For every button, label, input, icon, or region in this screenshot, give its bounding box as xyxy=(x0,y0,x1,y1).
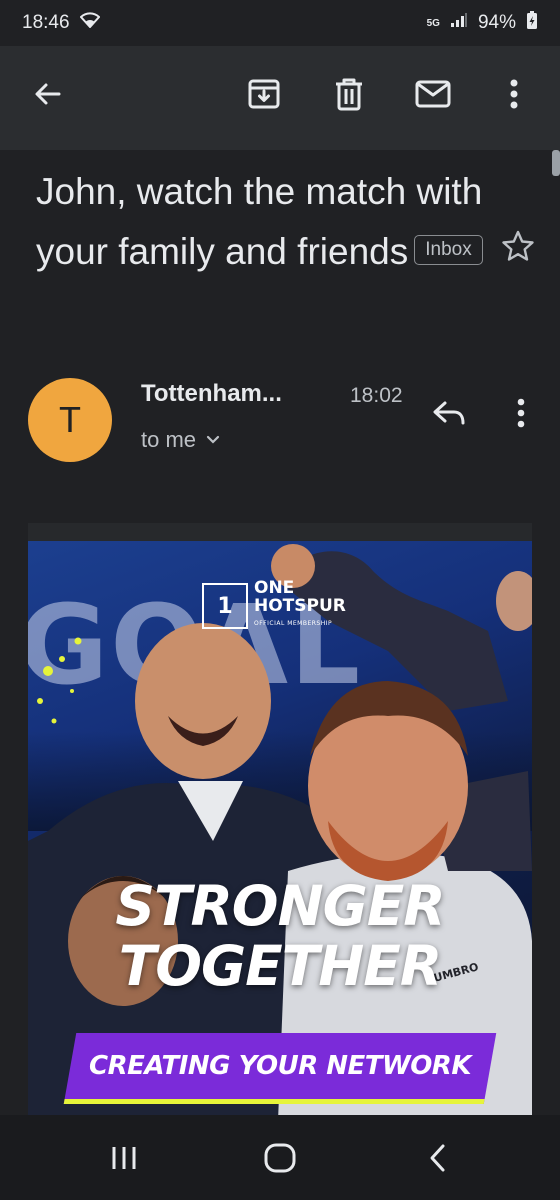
sender-avatar[interactable]: T xyxy=(28,378,112,462)
chevron-down-icon xyxy=(206,435,220,444)
recents-button[interactable] xyxy=(96,1135,152,1181)
logo-mark-icon: 1 xyxy=(202,583,248,629)
star-icon xyxy=(502,230,534,261)
home-icon xyxy=(264,1143,296,1173)
avatar-initial: T xyxy=(59,399,81,440)
reply-icon xyxy=(433,401,465,425)
more-vert-icon xyxy=(517,398,525,428)
email-body: GOAL xyxy=(28,523,532,1115)
back-nav-button[interactable] xyxy=(410,1135,466,1181)
home-button[interactable] xyxy=(252,1135,308,1181)
network-type: 5G xyxy=(426,17,440,29)
battery-icon xyxy=(526,10,538,36)
archive-icon xyxy=(248,79,280,109)
mail-icon xyxy=(415,80,451,108)
email-subject: John, watch the match with your family a… xyxy=(36,162,486,282)
arrow-back-icon xyxy=(35,83,61,105)
logo-line-1: ONE xyxy=(254,578,295,598)
delete-button[interactable] xyxy=(325,70,373,118)
battery-percent: 94% xyxy=(477,12,516,33)
one-hotspur-logo: 1 ONE HOTSPUR OFFICIAL MEMBERSHIP xyxy=(202,579,346,633)
back-button[interactable] xyxy=(24,70,72,118)
email-view[interactable]: John, watch the match with your family a… xyxy=(0,150,560,1115)
archive-button[interactable] xyxy=(240,70,288,118)
chevron-left-icon xyxy=(430,1144,445,1172)
recents-icon xyxy=(112,1147,136,1169)
sender-name[interactable]: Tottenham... xyxy=(141,380,282,408)
status-bar: 18:46 5G 94% xyxy=(0,0,560,46)
inbox-label[interactable]: Inbox xyxy=(414,235,483,266)
recipient-details-toggle[interactable]: to me xyxy=(141,427,220,453)
signal-icon xyxy=(450,12,468,34)
recipient-text: to me xyxy=(141,427,197,452)
wifi-icon xyxy=(79,12,100,34)
more-options-button[interactable] xyxy=(494,70,534,118)
system-nav-bar xyxy=(0,1115,560,1200)
more-vert-icon xyxy=(510,79,518,109)
email-time: 18:02 xyxy=(350,384,403,407)
mark-unread-button[interactable] xyxy=(409,70,457,118)
reply-button[interactable] xyxy=(426,390,472,436)
app-bar xyxy=(0,46,560,150)
headline-line-1: STRONGER xyxy=(115,874,445,938)
logo-line-3: OFFICIAL MEMBERSHIP xyxy=(254,620,333,627)
headline-line-2: TOGETHER xyxy=(118,934,442,998)
logo-line-2: HOTSPUR xyxy=(254,596,346,616)
cta-banner-text: CREATING YOUR NETWORK xyxy=(89,1051,471,1081)
message-more-button[interactable] xyxy=(506,390,536,436)
trash-icon xyxy=(336,78,362,111)
hero-image[interactable]: GOAL xyxy=(28,541,532,1115)
status-time: 18:46 xyxy=(22,12,70,33)
star-button[interactable] xyxy=(496,224,540,268)
scrollbar[interactable] xyxy=(552,150,560,176)
